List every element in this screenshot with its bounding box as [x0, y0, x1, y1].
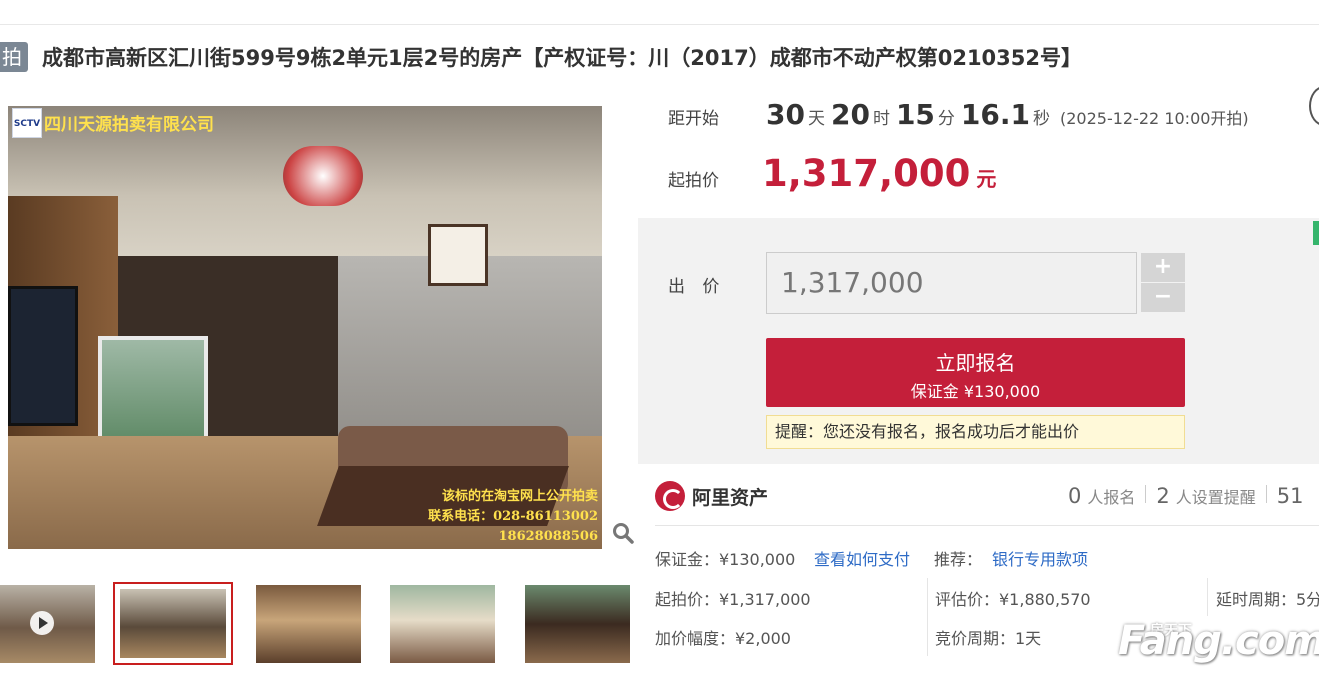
countdown-hours: 20: [830, 98, 870, 131]
increase-button[interactable]: +: [1141, 253, 1185, 282]
stats-divider: [1265, 485, 1267, 503]
zoom-icon[interactable]: [612, 522, 634, 544]
start-price: 起拍价 1,317,000 元: [668, 152, 996, 195]
thumbnail-image: [525, 585, 630, 663]
sctv-logo: SCTV: [12, 108, 42, 138]
decrease-button[interactable]: −: [1141, 283, 1185, 312]
thumbnail-strip: [0, 582, 640, 665]
ali-asset-name: 阿里资产: [692, 487, 769, 509]
column-divider: [1207, 578, 1208, 616]
status-marker: [1313, 221, 1319, 245]
photo-window: [98, 336, 208, 446]
countdown-label: 距开始: [668, 109, 719, 129]
thumbnail[interactable]: [390, 585, 495, 663]
reminder-tip: 提醒：您还没有报名，报名成功后才能出价: [766, 415, 1185, 449]
bid-label: 出 价: [668, 277, 726, 297]
overlay-line: 该标的在淘宝网上公开拍卖: [441, 489, 598, 504]
days-unit: 天: [807, 109, 825, 129]
details-divider: [655, 525, 1319, 526]
appraisal-info: 评估价：¥1,880,570: [935, 590, 1091, 609]
reminders-count: 2: [1156, 484, 1170, 508]
start-time: (2025-12-22 10:00开拍): [1060, 109, 1249, 128]
bidding-period-info: 竞价周期：1天: [935, 629, 1042, 648]
column-divider: [927, 578, 928, 656]
bid-input[interactable]: 1,317,000: [766, 252, 1137, 314]
countdown-days: 30: [766, 98, 805, 131]
hours-unit: 时: [872, 109, 890, 129]
ali-asset-logo-icon: [655, 481, 685, 511]
stats-divider: [1145, 485, 1147, 503]
register-deposit: 保证金 ¥130,000: [910, 382, 1041, 401]
photo-frame: [428, 224, 488, 286]
thumbnail-image: [390, 585, 495, 663]
increment-info: 加价幅度：¥2,000: [655, 629, 791, 648]
share-icon[interactable]: [1309, 86, 1319, 126]
views-count: 51: [1276, 484, 1304, 508]
thumbnail-image: [120, 589, 226, 658]
countdown-minutes: 15: [895, 98, 935, 131]
start-price-info: 起拍价：¥1,317,000: [655, 590, 811, 609]
start-price-label: 起拍价: [668, 171, 719, 191]
top-divider: [0, 24, 1319, 25]
start-price-unit: 元: [976, 167, 997, 191]
overlay-line: 18628088506: [498, 529, 599, 544]
main-photo[interactable]: SCTV 四川天源拍卖有限公司 该标的在淘宝网上公开拍卖 联系电话：028-86…: [8, 106, 602, 549]
thumbnail-image: [256, 585, 361, 663]
reminders-label: 人设置提醒: [1175, 488, 1256, 507]
watermark: Fang.com: [1118, 618, 1319, 664]
minutes-unit: 分: [937, 109, 955, 129]
play-icon[interactable]: [30, 611, 54, 635]
photo-lamp: [283, 146, 363, 206]
auction-stats: 0 人报名 2 人设置提醒 51: [1068, 484, 1310, 508]
delay-period-info: 延时周期：5分: [1216, 590, 1319, 609]
seconds-unit: 秒: [1033, 109, 1050, 129]
company-watermark: 四川天源拍卖有限公司: [44, 115, 214, 135]
register-button[interactable]: 立即报名 保证金 ¥130,000: [766, 338, 1185, 407]
auction-tag: 拍: [0, 42, 28, 72]
title-row: 拍 成都市高新区汇川街599号9栋2单元1层2号的房产【产权证号：川（2017）…: [0, 40, 1082, 74]
how-to-pay-link[interactable]: 查看如何支付: [814, 546, 910, 570]
deposit-info: 保证金：¥130,000: [655, 550, 796, 569]
countdown: 距开始 30 天 20 时 15 分 16.1 秒 (2025-12-22 10…: [668, 98, 1249, 131]
start-price-value: 1,317,000: [762, 152, 971, 195]
recommend-label: 推荐：: [934, 550, 983, 569]
overlay-line: 联系电话：028-86113002: [428, 509, 598, 524]
thumbnail[interactable]: [0, 585, 95, 663]
registrants-count: 0: [1068, 484, 1082, 508]
photo-overlay-text: 该标的在淘宝网上公开拍卖 联系电话：028-86113002 186280885…: [428, 487, 598, 547]
thumbnail[interactable]: [525, 585, 630, 663]
bank-loan-link[interactable]: 银行专用款项: [992, 546, 1088, 570]
thumbnail-active[interactable]: [113, 582, 233, 665]
photo-tv: [8, 286, 78, 426]
thumbnail[interactable]: [256, 585, 361, 663]
page-title: 成都市高新区汇川街599号9栋2单元1层2号的房产【产权证号：川（2017）成都…: [42, 46, 1083, 70]
countdown-seconds: 16.1: [960, 98, 1030, 131]
registrants-label: 人报名: [1087, 488, 1136, 507]
register-label: 立即报名: [935, 351, 1016, 375]
